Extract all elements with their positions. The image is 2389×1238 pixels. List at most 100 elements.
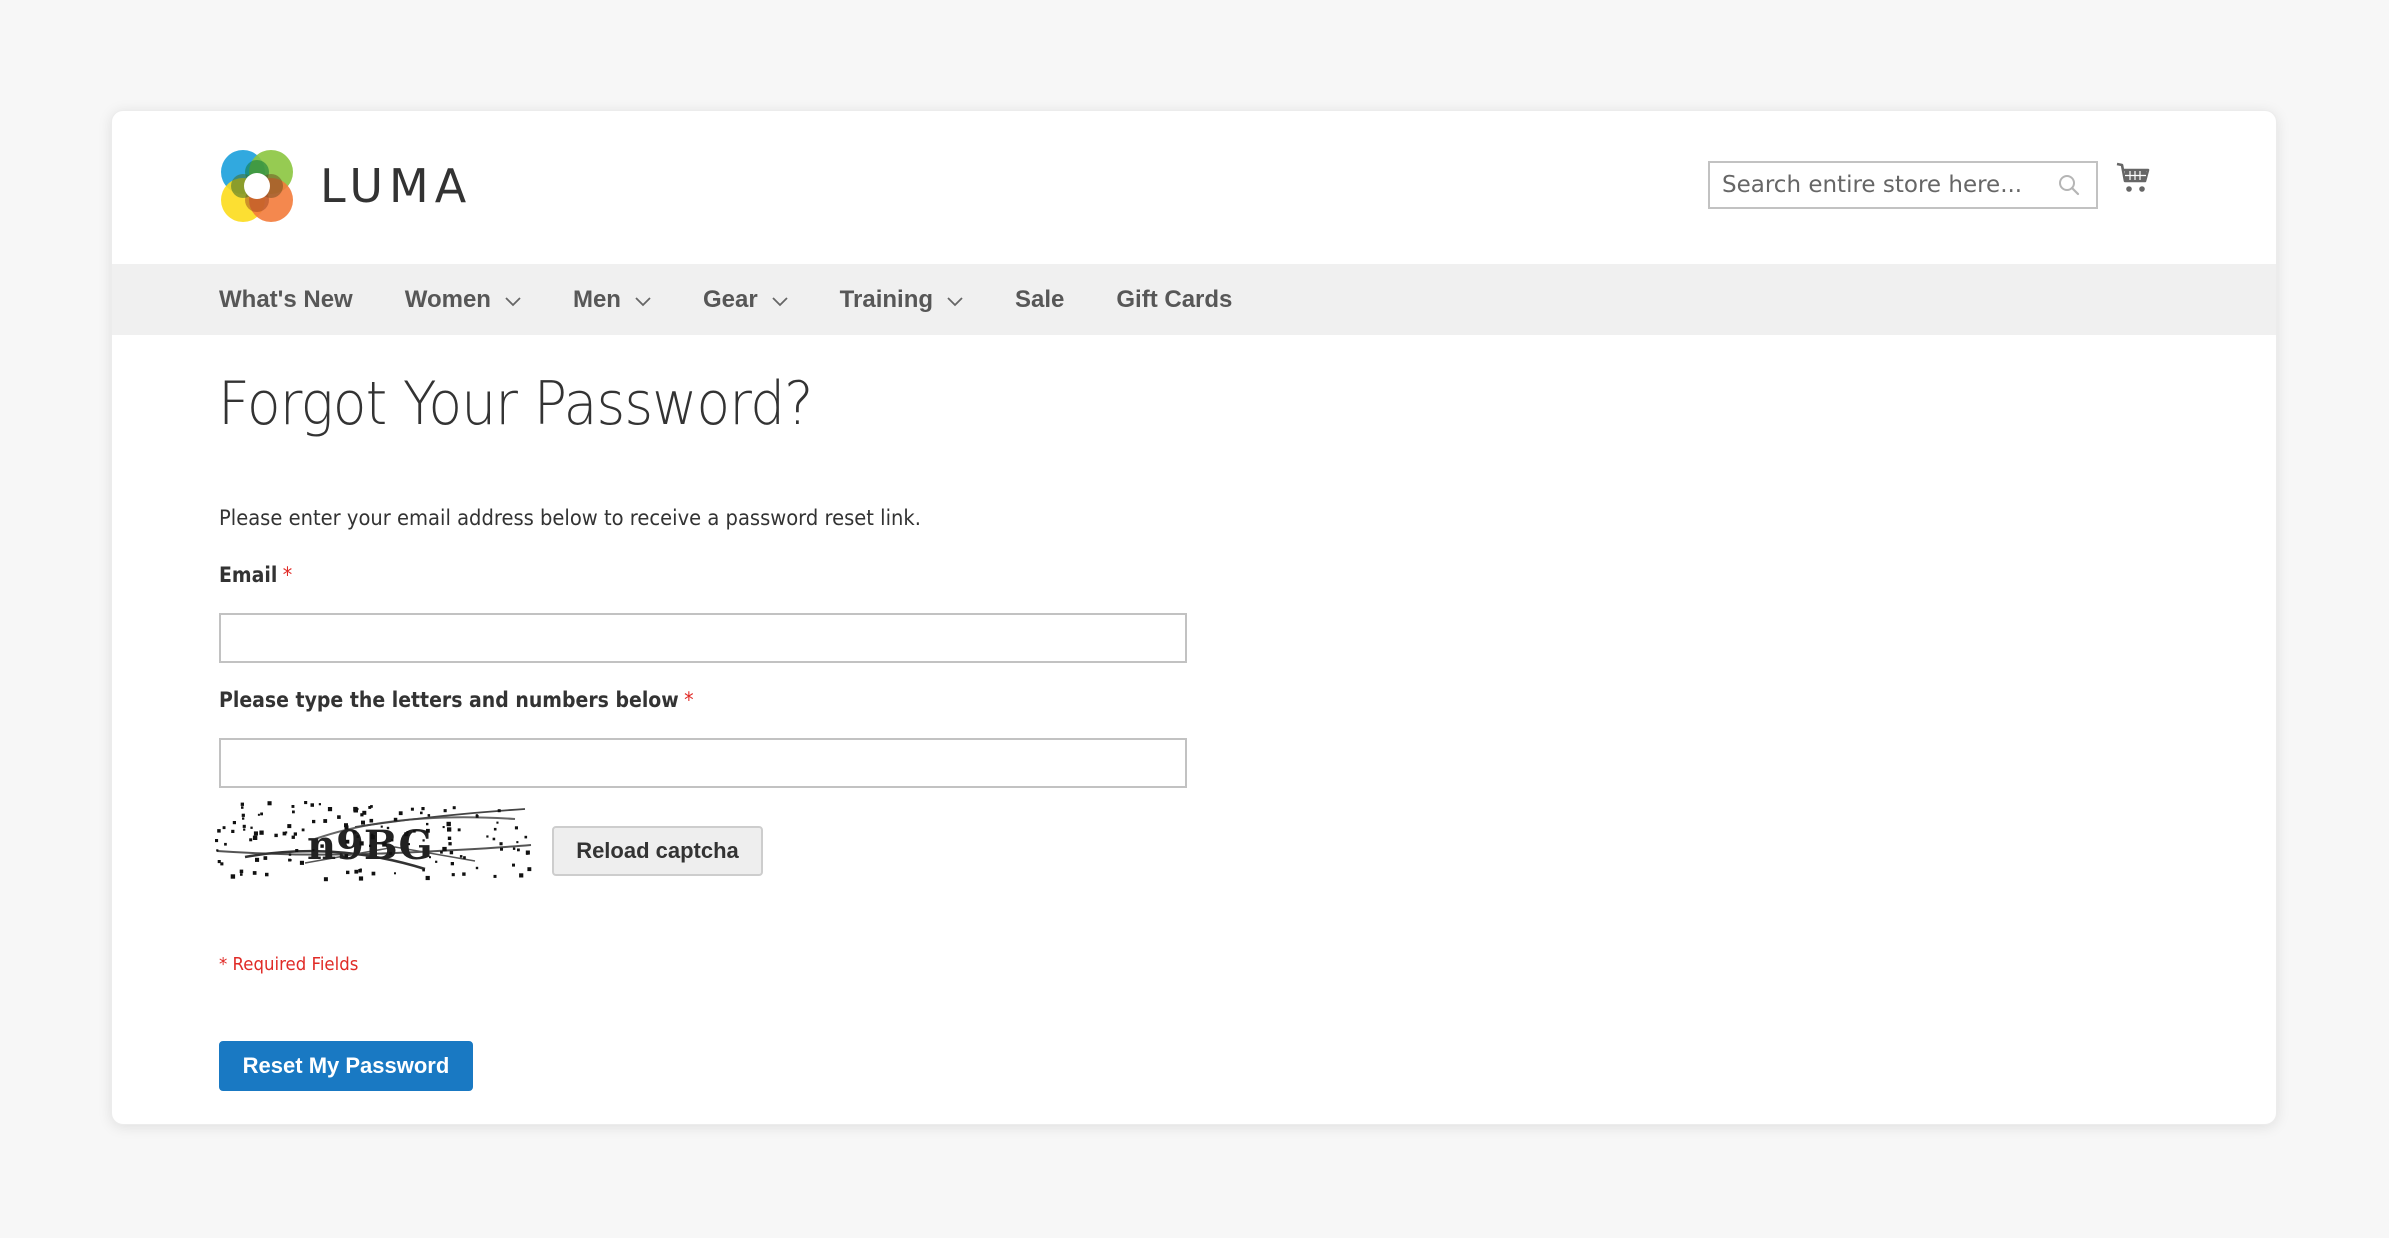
cart-button[interactable] xyxy=(2115,161,2155,201)
captcha-noise-dot xyxy=(421,807,425,811)
email-label-text: Email xyxy=(219,563,278,587)
main-navigation: What's New Women Men Gear Training Sale … xyxy=(112,264,2276,335)
captcha-noise-dot xyxy=(452,806,456,810)
search-input[interactable] xyxy=(1710,163,2052,207)
captcha-noise-dot xyxy=(446,821,451,827)
captcha-noise-dot xyxy=(497,809,501,813)
cart-icon xyxy=(2116,162,2150,192)
captcha-noise-dot xyxy=(448,842,452,846)
captcha-noise-dot xyxy=(242,824,246,828)
captcha-noise-dot xyxy=(519,873,524,878)
captcha-noise-dot xyxy=(426,822,429,826)
captcha-noise-dot xyxy=(459,855,463,858)
chevron-down-icon xyxy=(772,286,788,314)
chevron-down-icon xyxy=(635,286,651,314)
captcha-noise-dot xyxy=(230,874,236,879)
captcha-noise-dot xyxy=(425,875,430,881)
captcha-noise-dot xyxy=(382,842,387,847)
captcha-noise-dot xyxy=(291,835,295,839)
captcha-noise-dot xyxy=(449,850,454,855)
captcha-noise-dot xyxy=(361,820,365,825)
captcha-noise-dot xyxy=(215,839,219,843)
captcha-noise-dot xyxy=(292,810,295,814)
captcha-noise-dot xyxy=(463,856,466,859)
captcha-noise-dot xyxy=(220,862,224,866)
captcha-noise-dot xyxy=(514,826,518,830)
captcha-noise-dot xyxy=(217,829,221,833)
page-card: LUMA What's New Women xyxy=(111,110,2277,1125)
captcha-noise-dot xyxy=(291,805,295,808)
captcha-noise-dot xyxy=(440,850,443,854)
required-mark: * xyxy=(684,688,694,712)
captcha-noise-dot xyxy=(263,856,268,860)
search-icon[interactable] xyxy=(2052,168,2086,202)
captcha-noise-dot xyxy=(499,842,503,846)
captcha-noise-dot xyxy=(360,813,364,817)
intro-text: Please enter your email address below to… xyxy=(219,506,921,530)
captcha-noise-dot xyxy=(301,828,305,832)
captcha-noise-dot xyxy=(435,860,438,863)
captcha-noise-dot xyxy=(232,821,236,825)
captcha-noise-dot xyxy=(249,838,253,842)
reset-password-button[interactable]: Reset My Password xyxy=(219,1041,473,1091)
captcha-noise-dot xyxy=(304,801,308,805)
nav-item-whats-new[interactable]: What's New xyxy=(219,286,353,314)
captcha-noise-dot xyxy=(345,839,350,844)
captcha-noise-dot xyxy=(475,814,479,818)
logo-text: LUMA xyxy=(320,159,473,213)
nav-item-men[interactable]: Men xyxy=(573,286,651,314)
captcha-noise-dot xyxy=(517,848,520,852)
captcha-noise-dot xyxy=(457,828,461,832)
email-label: Email * xyxy=(219,563,292,587)
captcha-noise-dot xyxy=(337,815,341,819)
email-field[interactable] xyxy=(221,615,1185,661)
captcha-noise-dot xyxy=(527,867,532,872)
captcha-noise-dot xyxy=(287,824,292,829)
captcha-noise-dot xyxy=(359,868,362,871)
captcha-noise-dot xyxy=(240,873,243,876)
captcha-noise-dot xyxy=(260,812,263,816)
captcha-noise-dot xyxy=(371,871,376,876)
captcha-noise-dot xyxy=(380,825,383,828)
captcha-noise-dot xyxy=(240,802,244,806)
captcha-noise-dot xyxy=(389,851,393,855)
captcha-noise-dot xyxy=(369,844,372,847)
captcha-noise-dot xyxy=(407,843,410,846)
nav-item-training[interactable]: Training xyxy=(840,286,963,314)
page-title: Forgot Your Password? xyxy=(218,369,813,439)
nav-item-gear[interactable]: Gear xyxy=(703,286,788,314)
captcha-noise-dot xyxy=(512,863,515,867)
captcha-noise-dot xyxy=(241,813,245,817)
captcha-noise-dot xyxy=(299,860,304,865)
captcha-noise-dot xyxy=(265,872,269,877)
nav-item-gift-cards[interactable]: Gift Cards xyxy=(1116,286,1232,314)
captcha-noise-dot xyxy=(252,835,258,840)
captcha-noise-dot xyxy=(346,870,350,875)
captcha-noise-dot xyxy=(274,833,278,838)
captcha-noise-dot xyxy=(252,871,257,875)
captcha-noise-dot xyxy=(422,839,425,842)
captcha-noise-dot xyxy=(344,825,349,830)
captcha-noise-dot xyxy=(429,856,431,859)
captcha-noise-dot xyxy=(496,821,499,824)
captcha-noise-dot xyxy=(526,852,529,855)
captcha-noise-dot xyxy=(422,868,425,872)
captcha-noise-dot xyxy=(442,826,445,829)
reload-captcha-button[interactable]: Reload captcha xyxy=(552,826,763,876)
search-box xyxy=(1708,161,2098,209)
captcha-noise-dot xyxy=(327,807,333,812)
nav-item-women[interactable]: Women xyxy=(405,286,521,314)
captcha-noise-dot xyxy=(492,837,496,841)
captcha-noise-dot xyxy=(241,806,244,809)
captcha-noise-dot xyxy=(359,841,364,846)
captcha-noise-dot xyxy=(216,849,219,852)
captcha-noise-dot xyxy=(267,801,272,806)
captcha-noise-dot xyxy=(353,806,358,812)
captcha-noise-dot xyxy=(224,842,227,846)
captcha-field[interactable] xyxy=(221,740,1185,786)
email-field-wrapper xyxy=(219,613,1187,663)
store-logo[interactable]: LUMA xyxy=(218,147,472,225)
captcha-noise-dot xyxy=(353,830,357,834)
nav-item-sale[interactable]: Sale xyxy=(1015,286,1064,314)
nav-item-label: Training xyxy=(839,285,934,313)
